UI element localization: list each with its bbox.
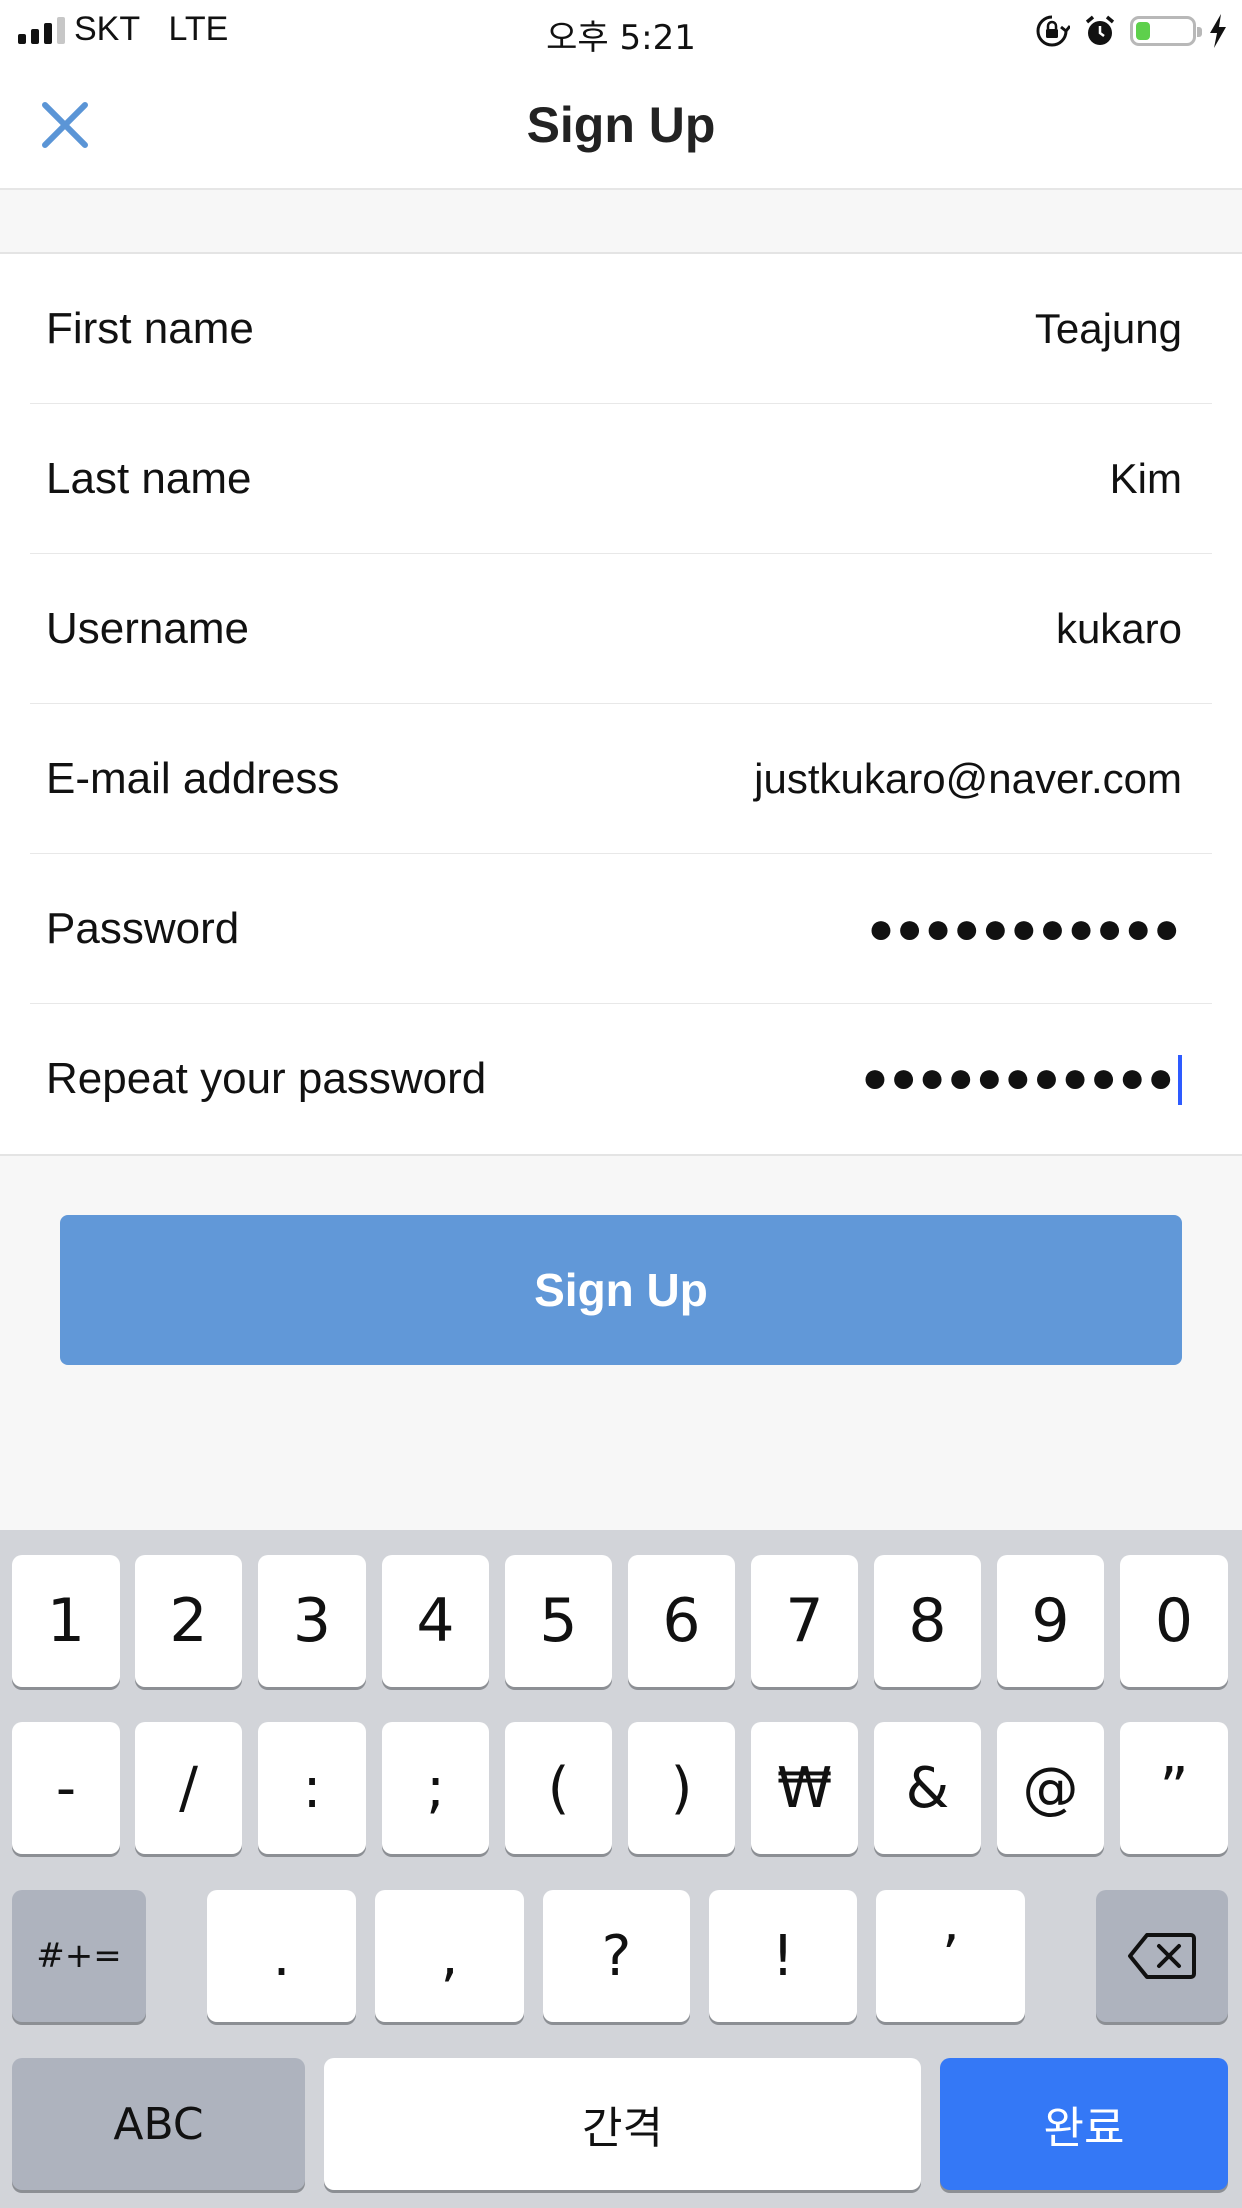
key-7[interactable]: 7: [751, 1555, 858, 1687]
key-semicolon[interactable]: ;: [382, 1722, 489, 1854]
first-name-input[interactable]: Teajung: [1035, 305, 1182, 353]
key-won[interactable]: ₩: [751, 1722, 858, 1854]
key-hyphen[interactable]: -: [12, 1722, 120, 1854]
text-cursor: [1178, 1055, 1182, 1106]
first-name-label: First name: [46, 304, 254, 353]
done-key[interactable]: 완료: [940, 2058, 1228, 2190]
alarm-icon: [1085, 15, 1115, 45]
repeat-password-label: Repeat your password: [46, 1054, 487, 1103]
key-5[interactable]: 5: [505, 1555, 612, 1687]
username-label: Username: [46, 604, 249, 653]
key-exclamation[interactable]: !: [709, 1890, 857, 2022]
key-3[interactable]: 3: [258, 1555, 366, 1687]
symbols-key[interactable]: #+=: [12, 1890, 146, 2022]
backspace-icon: [1128, 1933, 1196, 1979]
repeat-password-input[interactable]: ●●●●●●●●●●●: [862, 1053, 1176, 1102]
key-colon[interactable]: :: [258, 1722, 366, 1854]
password-input[interactable]: ●●●●●●●●●●●: [868, 904, 1182, 954]
status-bar: SKT LTE 오후 5:21: [0, 0, 1242, 62]
keyboard: 1 2 3 4 5 6 7 8 9 0 - / : ; ( ) ₩ & @ ” …: [0, 1530, 1242, 2208]
key-0[interactable]: 0: [1120, 1555, 1228, 1687]
status-icons: [1034, 10, 1228, 52]
signup-form: First name Teajung Last name Kim Usernam…: [0, 252, 1242, 1156]
page-title: Sign Up: [526, 97, 716, 153]
battery-icon: [1130, 16, 1202, 46]
first-name-field[interactable]: First name Teajung: [0, 254, 1242, 404]
close-icon: [42, 102, 88, 148]
key-question[interactable]: ?: [543, 1890, 690, 2022]
email-label: E-mail address: [46, 754, 340, 803]
sign-up-button[interactable]: Sign Up: [60, 1215, 1182, 1365]
key-quote[interactable]: ”: [1120, 1722, 1228, 1854]
close-button[interactable]: [30, 90, 100, 160]
key-4[interactable]: 4: [382, 1555, 489, 1687]
password-label: Password: [46, 904, 240, 953]
charging-icon: [1210, 14, 1226, 48]
key-close-paren[interactable]: ): [628, 1722, 735, 1854]
key-9[interactable]: 9: [997, 1555, 1104, 1687]
key-6[interactable]: 6: [628, 1555, 735, 1687]
key-period[interactable]: .: [207, 1890, 356, 2022]
delete-key[interactable]: [1096, 1890, 1228, 2022]
key-at[interactable]: @: [997, 1722, 1104, 1854]
last-name-input[interactable]: Kim: [1110, 455, 1182, 503]
last-name-label: Last name: [46, 454, 252, 503]
space-key[interactable]: 간격: [324, 2058, 921, 2190]
email-field[interactable]: E-mail address justkukaro@naver.com: [0, 704, 1242, 854]
repeat-password-input-wrap[interactable]: ●●●●●●●●●●●: [862, 1053, 1182, 1106]
password-field[interactable]: Password ●●●●●●●●●●●: [0, 854, 1242, 1004]
key-open-paren[interactable]: (: [505, 1722, 612, 1854]
last-name-field[interactable]: Last name Kim: [0, 404, 1242, 554]
navigation-bar: Sign Up: [0, 62, 1242, 190]
email-input[interactable]: justkukaro@naver.com: [754, 755, 1182, 803]
orientation-lock-icon: [1036, 15, 1070, 47]
repeat-password-field[interactable]: Repeat your password ●●●●●●●●●●●: [0, 1004, 1242, 1154]
key-1[interactable]: 1: [12, 1555, 120, 1687]
key-apostrophe[interactable]: ’: [876, 1890, 1025, 2022]
key-2[interactable]: 2: [135, 1555, 242, 1687]
key-slash[interactable]: /: [135, 1722, 242, 1854]
key-comma[interactable]: ,: [375, 1890, 524, 2022]
username-field[interactable]: Username kukaro: [0, 554, 1242, 704]
key-8[interactable]: 8: [874, 1555, 981, 1687]
key-ampersand[interactable]: &: [874, 1722, 981, 1854]
abc-key[interactable]: ABC: [12, 2058, 305, 2190]
username-input[interactable]: kukaro: [1056, 605, 1182, 653]
battery-level: [1136, 22, 1150, 40]
